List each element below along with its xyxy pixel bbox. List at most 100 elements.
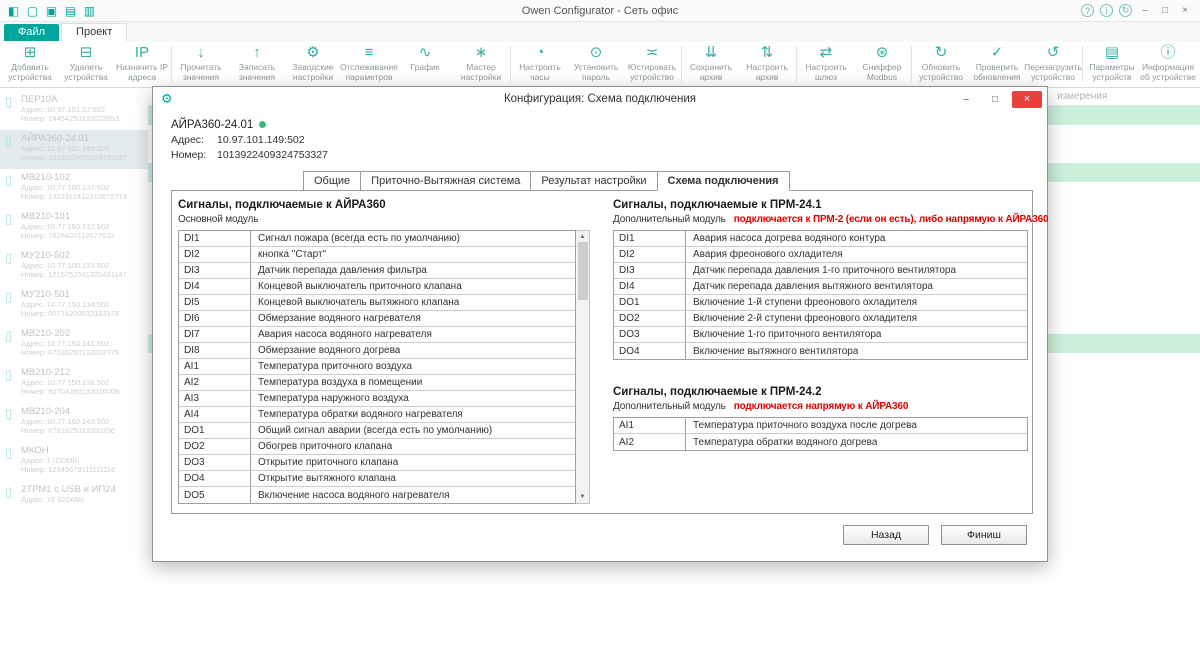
window-control-icon[interactable]: ↻ — [1119, 4, 1132, 17]
signal-row: AI2 Температура воздуха в помещении — [179, 375, 575, 391]
dialog-tab[interactable]: Схема подключения — [657, 171, 790, 191]
signal-port: AI3 — [179, 391, 251, 406]
toolbar-button[interactable]: ✓ Проверить обновления — [969, 41, 1025, 87]
tab-project[interactable]: Проект — [61, 23, 127, 41]
ribbon-toolbar: ⊞ Добавить устройства ⊟ Удалить устройст… — [0, 41, 1200, 88]
toolbar-button-label: Информация об устройстве — [1140, 62, 1196, 82]
window-control-icon[interactable]: i — [1100, 4, 1113, 17]
dialog-icon: ⚙ — [153, 91, 173, 107]
signal-row: DI1 Сигнал пожара (всегда есть по умолча… — [179, 231, 575, 247]
remove-device-icon: ⊟ — [80, 43, 93, 62]
toolbar-button-label: Параметры устройств — [1084, 62, 1140, 82]
signal-port: DI7 — [179, 327, 251, 342]
dialog-tab[interactable]: Результат настройки — [530, 171, 657, 191]
window-control-icon[interactable]: □ — [1158, 4, 1172, 18]
toolbar-button[interactable]: ↑ Записать значения — [229, 41, 285, 87]
scroll-up-icon[interactable]: ▲ — [580, 231, 586, 240]
toolbar-button[interactable]: IP Назначить IP адреса — [114, 41, 170, 87]
toolbar-button[interactable]: ∗ Мастер настройки — [453, 41, 509, 87]
toolbar-button-label: Настроить шлюз — [798, 62, 854, 82]
toolbar-button[interactable]: ⊛ Сниффер Modbus — [854, 41, 910, 87]
toolbar-button-label: Мастер настройки — [453, 62, 509, 82]
add-device-icon: ⊞ — [24, 43, 37, 62]
toolbar-group-divider — [171, 46, 172, 82]
ribbon-tabstrip: Файл Проект — [0, 22, 1200, 41]
signal-row: DI4 Концевой выключатель приточного клап… — [179, 279, 575, 295]
toolbar-group-divider — [1082, 46, 1083, 82]
section-subtitle-line: Дополнительный модульподключается напрям… — [613, 401, 1028, 412]
signal-description: Обмерзание водяного нагревателя — [251, 311, 421, 326]
signal-row: DI3 Датчик перепада давления фильтра — [179, 263, 575, 279]
toolbar-button[interactable]: ⊟ Удалить устройства — [58, 41, 114, 87]
dialog-minimize-icon[interactable]: – — [954, 91, 978, 108]
signal-description: Обогрев приточного клапана — [251, 439, 392, 454]
signal-row: DI2 кнопка "Старт" — [179, 247, 575, 263]
signal-description: Температура воздуха в помещении — [251, 375, 422, 390]
signal-description: Открытие приточного клапана — [251, 455, 398, 470]
update-device-icon: ↻ — [935, 43, 948, 62]
signal-row: DI2 Авария фреонового охладителя — [614, 247, 1027, 263]
qat-icon[interactable]: ▤ — [63, 4, 78, 18]
signal-port: DO2 — [614, 311, 686, 326]
toolbar-button[interactable]: ↻ Обновить устройство — [913, 41, 969, 87]
signal-port: DI6 — [179, 311, 251, 326]
signal-description: Включение вытяжного вентилятора — [686, 343, 858, 359]
toolbar-button-label: Добавить устройства — [2, 62, 58, 82]
check-updates-icon: ✓ — [991, 43, 1004, 62]
toolbar-button[interactable]: ⓘ Информация об устройстве — [1140, 41, 1196, 87]
write-values-icon: ↑ — [253, 43, 261, 62]
gateway-icon: ⇄ — [820, 43, 833, 62]
dialog-tab[interactable]: Приточно-Вытяжная система — [360, 171, 531, 191]
prm2-table-wrap: AI1 Температура приточного воздуха после… — [613, 417, 1028, 451]
toolbar-button[interactable]: ⊞ Добавить устройства — [2, 41, 58, 87]
left-table-scrollbar[interactable]: ▲ ▼ — [576, 230, 590, 504]
dialog-tab[interactable]: Общие — [303, 171, 361, 191]
finish-button[interactable]: Финиш — [941, 525, 1027, 545]
left-table-wrap: DI1 Сигнал пожара (всегда есть по умолча… — [178, 230, 590, 504]
toolbar-button-label: Проверить обновления — [969, 62, 1025, 82]
prm24-2-signal-table: AI1 Температура приточного воздуха после… — [613, 417, 1028, 451]
dialog-footer: Назад Финиш — [843, 525, 1027, 545]
signal-row: DI7 Авария насоса водяного нагревателя — [179, 327, 575, 343]
window-control-icon[interactable]: – — [1138, 4, 1152, 18]
toolbar-button[interactable]: ◔ Настроить часы — [512, 41, 568, 87]
scroll-down-icon[interactable]: ▼ — [580, 491, 586, 503]
dialog-close-icon[interactable]: × — [1012, 91, 1042, 108]
signal-description: Датчик перепада давления вытяжного венти… — [686, 279, 933, 294]
toolbar-button[interactable]: ≍ Юстировать устройство — [624, 41, 680, 87]
quick-access-toolbar: ◧ ▢ ▣ ▤ ▥ — [0, 4, 97, 18]
signal-description: Общий сигнал аварии (всегда есть по умол… — [251, 423, 492, 438]
password-icon: ⊙ — [590, 43, 603, 62]
device-info-icon: ⓘ — [1160, 43, 1175, 62]
back-button[interactable]: Назад — [843, 525, 929, 545]
window-control-icon[interactable]: ? — [1081, 4, 1094, 17]
toolbar-button[interactable]: ∿ График — [397, 41, 453, 87]
signal-description: Температура наружного воздуха — [251, 391, 409, 406]
signal-row: DI3 Датчик перепада давления 1-го приточ… — [614, 263, 1027, 279]
toolbar-button[interactable]: ⇅ Настроить архив — [739, 41, 795, 87]
toolbar-button[interactable]: ⊙ Установить пароль — [568, 41, 624, 87]
window-control-icon[interactable]: × — [1178, 4, 1192, 18]
qat-icon[interactable]: ▢ — [25, 4, 40, 18]
dialog-maximize-icon[interactable]: □ — [983, 91, 1007, 108]
toolbar-button[interactable]: ⇊ Сохранить архив — [683, 41, 739, 87]
window-controls: ? i ↻–□ × — [1081, 4, 1200, 18]
toolbar-button[interactable]: ⇄ Настроить шлюз — [798, 41, 854, 87]
toolbar-button[interactable]: ↺ Перезагрузить устройство — [1025, 41, 1081, 87]
toolbar-button[interactable]: ▤ Параметры устройств — [1084, 41, 1140, 87]
toolbar-button[interactable]: ⚙ Заводские настройки — [285, 41, 341, 87]
signal-description: Датчик перепада давления 1-го приточного… — [686, 263, 956, 278]
tab-file[interactable]: Файл — [4, 24, 59, 41]
toolbar-button-label: Установить пароль — [568, 62, 624, 82]
qat-icon[interactable]: ◧ — [6, 4, 21, 18]
toolbar-button-label: Сниффер Modbus — [854, 62, 910, 82]
signal-description: Авария насоса водяного нагревателя — [251, 327, 432, 342]
toolbar-button[interactable]: ≡ Отслеживание параметров — [341, 41, 397, 87]
qat-icon[interactable]: ▥ — [82, 4, 97, 18]
toolbar-group-divider — [796, 46, 797, 82]
toolbar-button[interactable]: ↓ Прочитать значения — [173, 41, 229, 87]
qat-icon[interactable]: ▣ — [44, 4, 59, 18]
signal-port: AI1 — [614, 418, 686, 433]
scroll-thumb[interactable] — [578, 242, 588, 300]
window-title: Owen Configurator - Сеть офис — [0, 5, 1200, 17]
